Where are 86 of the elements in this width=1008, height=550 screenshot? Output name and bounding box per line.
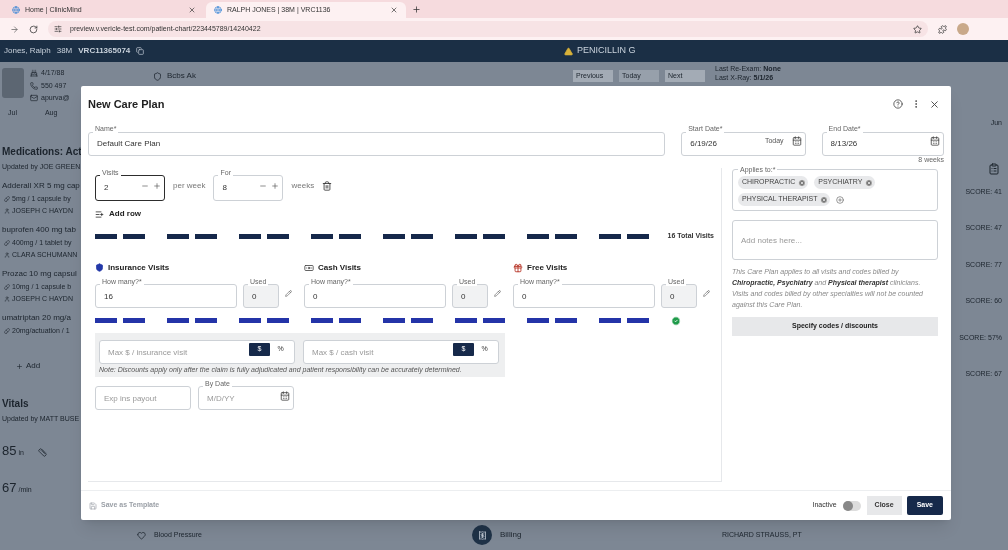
site-settings-icon: [54, 25, 62, 33]
vital-value: 85: [2, 441, 17, 460]
pill-icon: [4, 283, 10, 290]
calendar-icon[interactable]: [930, 136, 940, 146]
close-icon[interactable]: [929, 98, 940, 110]
copy-icon[interactable]: [136, 47, 145, 55]
add-button[interactable]: Add: [2, 360, 81, 372]
pencil-icon[interactable]: [703, 290, 710, 297]
plus-icon[interactable]: [153, 182, 161, 190]
globe-icon: [12, 6, 20, 14]
insurance-name: Bcbs Ak: [167, 70, 196, 82]
pill-icon: [4, 239, 10, 246]
close-icon[interactable]: [390, 6, 398, 14]
remove-icon[interactable]: [865, 178, 874, 187]
save-icon: [89, 501, 97, 510]
close-icon[interactable]: [188, 6, 196, 14]
pencil-icon[interactable]: [285, 290, 292, 297]
by-date-field[interactable]: M/D/YY: [198, 386, 294, 410]
banknote-icon: [304, 262, 314, 273]
person-icon: [4, 296, 10, 303]
calendar-icon[interactable]: [791, 136, 802, 146]
section-title: Free Visits: [527, 261, 568, 274]
profile-avatar[interactable]: [957, 23, 969, 35]
shield-icon: [95, 263, 104, 272]
name-field[interactable]: Default Care Plan: [88, 131, 666, 156]
chart-id: VRC11365074: [78, 45, 131, 57]
end-date-field[interactable]: 8/13/26: [821, 131, 944, 156]
section-title: Insurance Visits: [108, 261, 170, 274]
avatar: [2, 68, 24, 98]
extensions-icon[interactable]: [938, 24, 947, 34]
used-field[interactable]: 0: [452, 284, 488, 308]
add-icon[interactable]: [836, 195, 845, 204]
plus-icon[interactable]: [271, 182, 280, 190]
used-field[interactable]: 0: [661, 284, 697, 308]
heart-icon: [137, 530, 146, 540]
count-field[interactable]: 0: [304, 284, 446, 308]
visits-stepper[interactable]: 2: [95, 174, 165, 201]
dialog-title: New Care Plan: [88, 96, 166, 112]
allergy-text: PENICILLIN G: [577, 44, 636, 58]
pill-icon: [4, 195, 10, 202]
medication-name: Prozac 10 mg capsul: [2, 267, 78, 280]
remove-icon[interactable]: [820, 195, 829, 204]
star-icon[interactable]: [913, 24, 922, 34]
calendar-icon[interactable]: [280, 390, 290, 401]
phone-icon: [30, 81, 38, 90]
section-title: Cash Visits: [318, 261, 361, 274]
per-week-text: per week: [173, 180, 206, 192]
shield-icon: [153, 71, 162, 81]
medication-name: umatriptan 20 mg/a: [2, 311, 72, 324]
section-title: Vitals: [2, 397, 30, 411]
check-icon: [671, 315, 681, 326]
person-icon: [4, 252, 10, 259]
pill-icon: [4, 327, 10, 334]
patient-age-sex: 38M: [56, 45, 73, 57]
add-row-icon: [95, 209, 104, 219]
weeks-stepper[interactable]: 8: [213, 174, 284, 201]
section-title: Medications: Act: [2, 145, 81, 159]
new-tab-icon[interactable]: [412, 5, 421, 14]
gift-icon: [513, 262, 523, 273]
pencil-icon[interactable]: [494, 290, 501, 297]
cake-icon: [30, 69, 38, 78]
weeks-text: weeks: [291, 180, 315, 192]
reload-icon[interactable]: [29, 24, 38, 34]
help-icon[interactable]: [893, 99, 903, 109]
plus-icon: [16, 362, 23, 370]
billing-icon[interactable]: [472, 525, 492, 545]
clipboard-icon: [988, 162, 1000, 175]
remove-icon[interactable]: [798, 178, 807, 187]
count-field[interactable]: 16: [95, 284, 237, 308]
used-field[interactable]: 0: [243, 284, 279, 308]
medication-name: buprofen 400 mg tab: [2, 223, 77, 236]
billing-label: Billing: [500, 529, 522, 541]
globe-icon: [214, 6, 222, 14]
ruler-icon: [37, 448, 47, 457]
forward-icon[interactable]: [10, 24, 19, 34]
payout-field[interactable]: Exp ins payout: [95, 386, 191, 410]
medication-name: Adderall XR 5 mg cap: [2, 179, 81, 192]
patient-name: Jones, Ralph: [4, 45, 51, 57]
notes-field[interactable]: Add notes here...: [732, 220, 938, 260]
vital-value: 67: [2, 479, 17, 497]
trash-icon[interactable]: [322, 181, 333, 191]
warning-icon: [564, 46, 573, 56]
mail-icon: [30, 94, 38, 103]
count-field[interactable]: 0: [513, 284, 655, 308]
add-row-button[interactable]: Add row: [95, 208, 141, 220]
person-icon: [4, 208, 10, 215]
